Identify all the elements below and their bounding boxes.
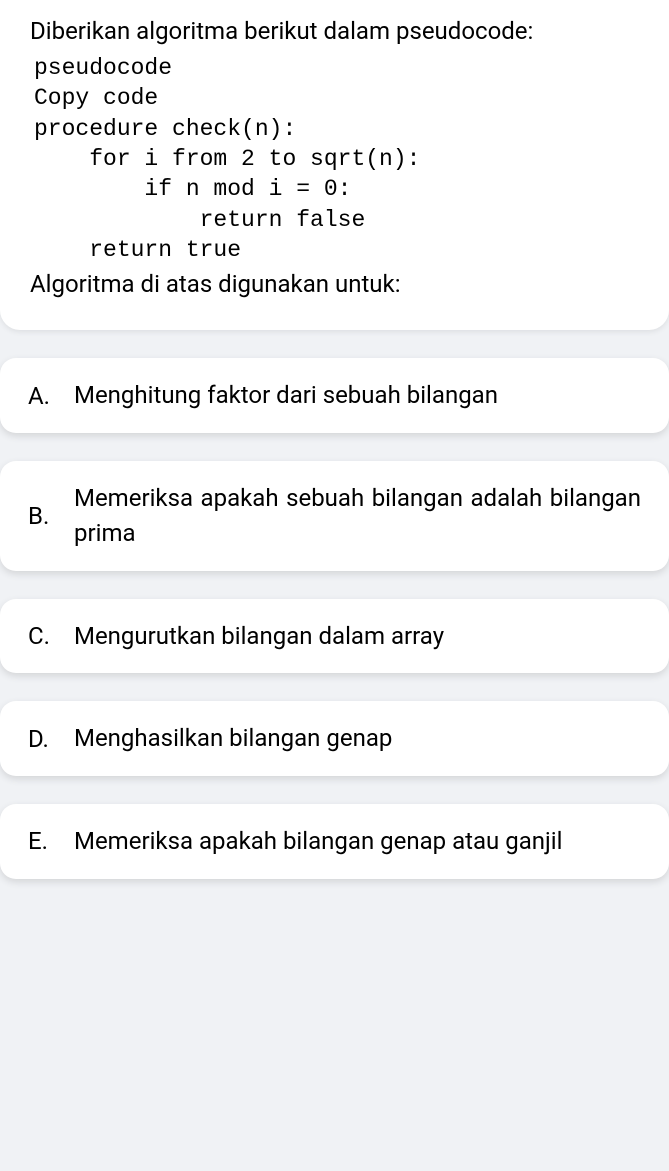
option-d[interactable]: D. Menghasilkan bilangan genap: [0, 701, 669, 776]
option-text: Memeriksa apakah bilangan genap atau gan…: [74, 824, 641, 859]
option-b[interactable]: B. Memeriksa apakah sebuah bilangan adal…: [0, 461, 669, 571]
question-intro: Diberikan algoritma berikut dalam pseudo…: [30, 14, 639, 49]
option-letter: D.: [28, 725, 56, 753]
option-letter: B.: [28, 502, 56, 530]
option-text: Mengurutkan bilangan dalam array: [74, 619, 641, 654]
option-text: Memeriksa apakah sebuah bilangan adalah …: [74, 481, 641, 551]
pseudocode-block: pseudocode Copy code procedure check(n):…: [34, 53, 639, 266]
option-letter: A.: [28, 382, 56, 410]
option-letter: C.: [28, 622, 56, 650]
option-e[interactable]: E. Memeriksa apakah bilangan genap atau …: [0, 804, 669, 879]
option-text: Menghasilkan bilangan genap: [74, 721, 641, 756]
option-a[interactable]: A. Menghitung faktor dari sebuah bilanga…: [0, 358, 669, 433]
question-tail: Algoritma di atas digunakan untuk:: [30, 267, 639, 302]
option-c[interactable]: C. Mengurutkan bilangan dalam array: [0, 599, 669, 674]
option-letter: E.: [28, 827, 56, 855]
option-text: Menghitung faktor dari sebuah bilangan: [74, 378, 641, 413]
question-card: Diberikan algoritma berikut dalam pseudo…: [0, 0, 669, 330]
